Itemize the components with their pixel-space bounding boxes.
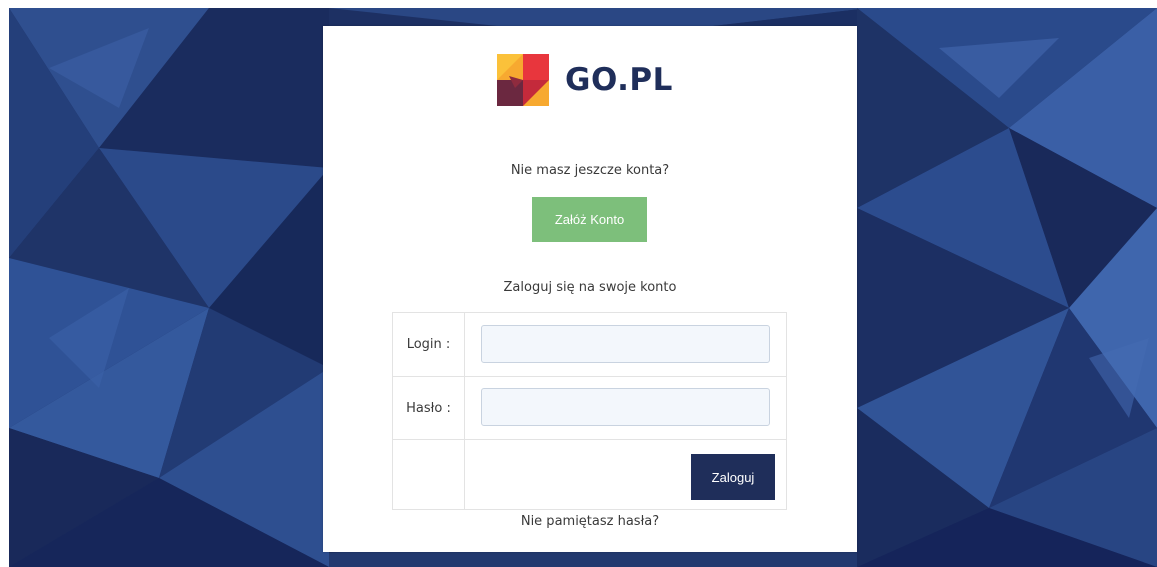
submit-row: Zaloguj [393, 440, 786, 509]
go-pl-logo-icon [497, 54, 549, 106]
empty-label-cell [393, 440, 465, 509]
brand-name: GO.PL [565, 62, 673, 98]
login-card: GO.PL Nie masz jeszcze konta? Załóż Kont… [323, 26, 857, 552]
login-form: Login : Hasło : Zaloguj [392, 312, 787, 510]
login-row: Login : [393, 313, 786, 377]
login-label: Login : [393, 313, 465, 376]
login-input[interactable] [481, 325, 770, 363]
brand-logo: GO.PL [497, 54, 673, 106]
password-input[interactable] [481, 388, 770, 426]
register-button[interactable]: Załóż Konto [532, 197, 647, 242]
forgot-password-link[interactable]: Nie pamiętasz hasła? [323, 514, 857, 529]
password-label: Hasło : [393, 377, 465, 439]
password-row: Hasło : [393, 377, 786, 440]
login-button[interactable]: Zaloguj [691, 454, 775, 500]
no-account-prompt: Nie masz jeszcze konta? [510, 163, 670, 178]
login-prompt: Zaloguj się na swoje konto [503, 280, 677, 295]
